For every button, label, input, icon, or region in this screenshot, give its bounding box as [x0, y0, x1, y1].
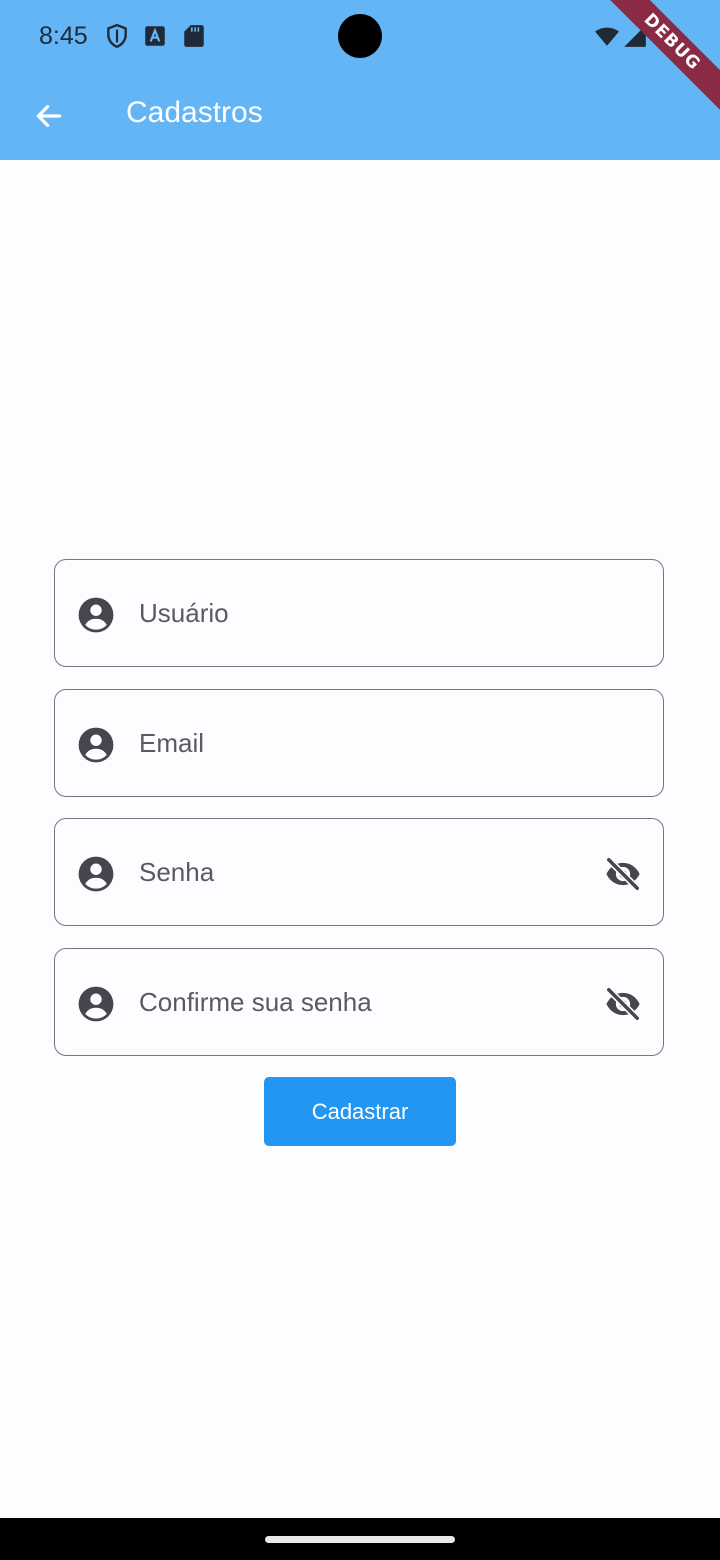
sd-card-icon — [184, 25, 204, 47]
status-bar: 8:45 — [0, 0, 720, 72]
page-title: Cadastros — [126, 96, 263, 129]
cadastrar-button[interactable]: Cadastrar — [264, 1077, 456, 1146]
system-nav-bar — [0, 1518, 720, 1560]
username-label: Usuário — [139, 598, 229, 628]
camera-cutout — [338, 14, 382, 58]
home-indicator[interactable] — [265, 1536, 455, 1543]
password-label: Senha — [139, 857, 215, 887]
shield-icon — [107, 23, 127, 49]
back-button[interactable] — [22, 94, 76, 138]
account-circle-icon — [78, 856, 114, 892]
font-a-icon — [145, 26, 165, 46]
account-circle-icon — [78, 597, 114, 633]
email-field[interactable]: Email — [54, 689, 664, 797]
email-label: Email — [139, 728, 205, 758]
visibility-off-icon[interactable] — [603, 855, 643, 893]
password-field[interactable]: Senha — [54, 818, 664, 926]
confirm-password-label: Confirme sua senha — [139, 987, 372, 1017]
account-circle-icon — [78, 986, 114, 1022]
arrow-left-icon — [36, 105, 62, 127]
confirm-password-field[interactable]: Confirme sua senha — [54, 948, 664, 1056]
username-field[interactable]: Usuário — [54, 559, 664, 667]
visibility-off-icon[interactable] — [603, 985, 643, 1023]
account-circle-icon — [78, 727, 114, 763]
wifi-icon — [595, 27, 619, 46]
app-bar: Cadastros — [0, 72, 720, 160]
status-time: 8:45 — [39, 22, 88, 50]
